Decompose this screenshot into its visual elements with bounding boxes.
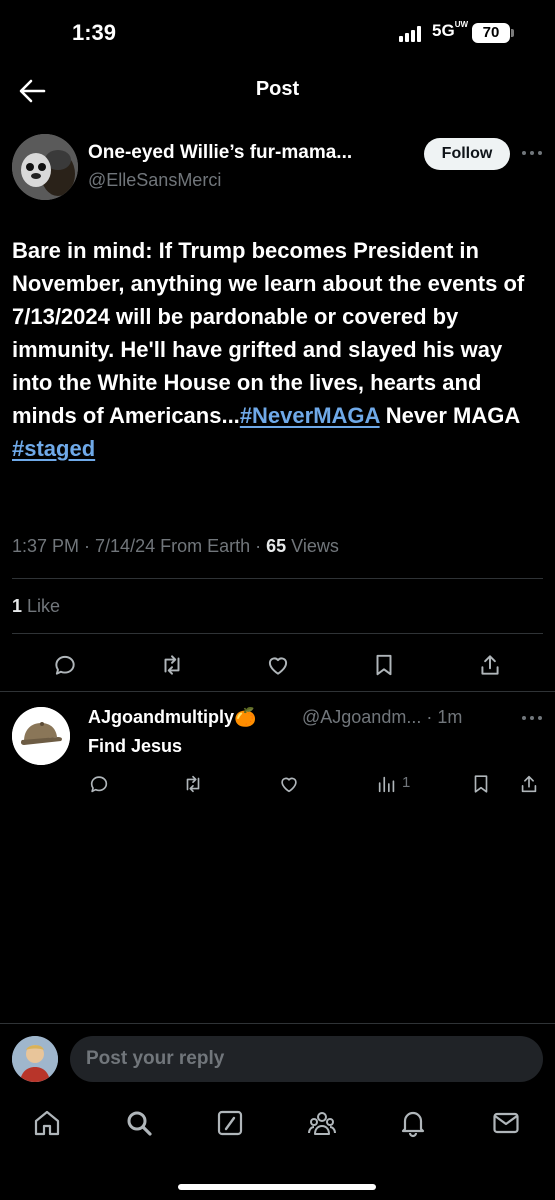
messages-icon[interactable] (491, 1108, 521, 1138)
status-time: 1:39 (72, 20, 117, 45)
network-type: 5GUW (432, 20, 469, 41)
follow-button[interactable]: Follow (424, 138, 510, 170)
reply-icon[interactable] (52, 652, 78, 678)
views-count: 65 (266, 536, 287, 556)
likes-link[interactable]: 1 Like (12, 596, 60, 617)
bookmark-icon[interactable] (371, 652, 397, 678)
views-icon[interactable] (376, 773, 398, 795)
post-body-continued: Never MAGA (379, 403, 520, 428)
divider (12, 578, 543, 579)
reply-avatar[interactable] (12, 707, 70, 765)
likes-label: Like (22, 596, 61, 616)
share-icon[interactable] (477, 652, 503, 678)
battery-icon: 70 (472, 23, 514, 43)
post-body: Bare in mind: If Trump becomes President… (12, 238, 525, 428)
divider (0, 691, 555, 692)
more-options-icon[interactable] (522, 716, 544, 722)
author-avatar[interactable] (12, 134, 78, 200)
status-bar: 1:39 5GUW 70 (0, 0, 555, 66)
post-timestamp: 1:37 PM · 7/14/24 From Earth · (12, 536, 267, 556)
home-indicator (178, 1184, 376, 1190)
author-name[interactable]: One-eyed Willie’s fur-mama... (88, 142, 352, 164)
likes-count: 1 (12, 596, 23, 616)
divider (12, 633, 543, 634)
page-title: Post (255, 78, 300, 100)
views-label: Views (286, 536, 339, 556)
post-text: Bare in mind: If Trump becomes President… (12, 234, 544, 465)
more-options-icon[interactable] (522, 151, 544, 157)
divider (0, 1023, 555, 1024)
hashtag-link[interactable]: #NeverMAGA (240, 403, 380, 428)
my-avatar[interactable] (12, 1036, 58, 1082)
communities-icon[interactable] (307, 1108, 337, 1138)
repost-icon[interactable] (159, 652, 185, 678)
grok-icon[interactable] (215, 1108, 245, 1138)
reply-author-handle[interactable]: @AJgoandm... · 1m (302, 707, 462, 728)
search-icon[interactable] (124, 1108, 154, 1138)
bookmark-icon[interactable] (470, 773, 492, 795)
notifications-icon[interactable] (398, 1108, 428, 1138)
reply-icon[interactable] (88, 773, 110, 795)
repost-icon[interactable] (182, 773, 204, 795)
like-icon[interactable] (265, 652, 291, 678)
like-icon[interactable] (278, 773, 300, 795)
reply-views-count: 1 (402, 774, 411, 791)
post-meta: 1:37 PM · 7/14/24 From Earth · 65 Views (12, 536, 339, 557)
hashtag-link[interactable]: #staged (12, 436, 95, 461)
reply-author-name[interactable]: AJgoandmultiply🍊 (88, 707, 256, 728)
author-handle[interactable]: @ElleSansMerci (88, 170, 221, 191)
orange-emoji: 🍊 (234, 707, 257, 727)
header: Post (0, 66, 555, 116)
reply-input[interactable] (70, 1036, 543, 1082)
home-icon[interactable] (32, 1108, 62, 1138)
share-icon[interactable] (518, 773, 540, 795)
signal-icon (399, 26, 425, 42)
reply-text: Find Jesus (88, 736, 183, 756)
